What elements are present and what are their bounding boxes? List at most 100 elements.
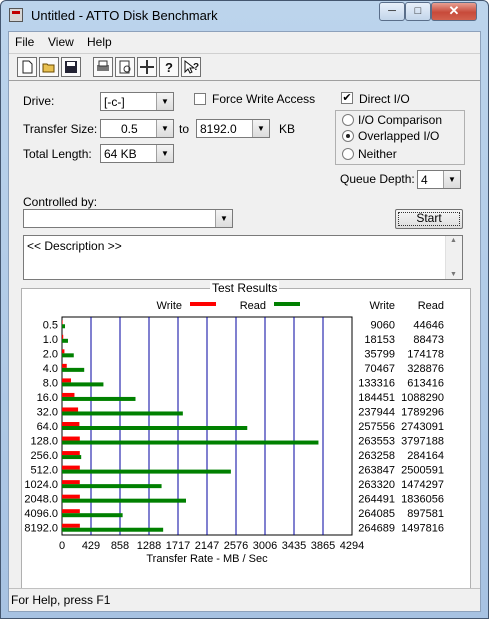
app-icon[interactable] (9, 8, 23, 22)
y-tick-label: 32.0 (37, 406, 58, 418)
y-tick-label: 0.5 (43, 319, 58, 331)
start-button[interactable]: Start (395, 209, 463, 229)
read-value: 1836056 (401, 494, 444, 506)
save-icon[interactable] (61, 57, 81, 77)
read-bar (62, 382, 104, 387)
direct-io-label: Direct I/O (359, 92, 410, 106)
radio-overlapped-io[interactable] (342, 130, 354, 142)
total-length-label: Total Length: (23, 147, 92, 161)
queue-depth-value: 4 (421, 173, 428, 187)
title-bar[interactable]: Untitled - ATTO Disk Benchmark ─ □ ✕ (1, 1, 488, 31)
description-box[interactable]: << Description >> ▲ ▼ (23, 235, 463, 280)
write-bar (62, 349, 65, 354)
neither-label: Neither (358, 147, 397, 161)
write-bar (62, 378, 72, 383)
close-button[interactable]: ✕ (431, 2, 477, 21)
write-bar (62, 334, 64, 339)
print-preview-icon[interactable] (115, 57, 135, 77)
x-tick-label: 1717 (166, 540, 190, 552)
radio-neither[interactable] (342, 148, 354, 160)
legend-read-label: Read (240, 300, 266, 312)
window-title: Untitled - ATTO Disk Benchmark (31, 8, 218, 23)
read-bar (62, 367, 85, 372)
toolbar: ? ? (9, 53, 480, 81)
table-header-read: Read (418, 300, 444, 312)
x-tick-label: 0 (59, 540, 65, 552)
chevron-down-icon[interactable]: ▼ (215, 210, 232, 227)
queue-depth-select[interactable]: 4 ▼ (417, 170, 461, 189)
start-focus-ring (398, 212, 460, 226)
test-results-panel: Test Results 0 429 858 1288 1717 2147 2576 3006… (21, 281, 471, 606)
read-bar (62, 513, 123, 518)
description-scrollbar[interactable]: ▲ ▼ (445, 236, 462, 279)
read-value: 88473 (413, 334, 444, 346)
menu-file[interactable]: File (15, 35, 34, 49)
menu-help[interactable]: Help (87, 35, 112, 49)
transfer-to-label: to (179, 122, 190, 136)
new-document-icon[interactable] (17, 57, 37, 77)
radio-io-comparison[interactable] (342, 114, 354, 126)
read-value: 174178 (407, 348, 444, 360)
force-write-checkbox[interactable] (194, 93, 206, 105)
read-value: 1474297 (401, 479, 444, 491)
minimize-button[interactable]: ─ (379, 2, 405, 21)
write-value: 263320 (358, 479, 395, 491)
chevron-down-icon[interactable]: ▼ (156, 120, 173, 137)
transfer-size-from-select[interactable]: 0.5 ▼ (100, 119, 174, 138)
queue-depth-label: Queue Depth: (340, 172, 415, 186)
read-bar (62, 353, 74, 358)
open-folder-icon[interactable] (39, 57, 59, 77)
help-icon[interactable]: ? (159, 57, 179, 77)
read-value: 328876 (407, 363, 444, 375)
total-length-select[interactable]: 64 KB ▼ (100, 144, 174, 163)
read-value: 897581 (407, 508, 444, 520)
y-tick-label: 16.0 (37, 392, 58, 404)
results-chart: 0 429 858 1288 1717 2147 2576 3006 3435 3865 4294 T… (24, 300, 444, 565)
transfer-size-to-select[interactable]: 8192.0 ▼ (196, 119, 270, 138)
total-length-value: 64 KB (104, 147, 137, 161)
menu-view[interactable]: View (48, 35, 74, 49)
app-window: Untitled - ATTO Disk Benchmark ─ □ ✕ Fil… (0, 0, 489, 619)
legend-read-swatch (274, 302, 300, 306)
drive-select[interactable]: [-c-] ▼ (100, 92, 174, 111)
y-tick-label: 256.0 (30, 450, 58, 462)
x-tick-label: 3865 (311, 540, 335, 552)
description-text: << Description >> (27, 239, 122, 253)
y-tick-label: 4096.0 (24, 508, 58, 520)
drive-value: [-c-] (104, 95, 125, 109)
y-tick-label: 8192.0 (24, 523, 58, 535)
chevron-down-icon[interactable]: ▼ (252, 120, 269, 137)
read-value: 2500591 (401, 465, 444, 477)
write-value: 70467 (364, 363, 395, 375)
direct-io-checkbox[interactable]: ✔ (341, 92, 353, 104)
legend-write-swatch (190, 302, 216, 306)
x-tick-label: 1288 (137, 540, 161, 552)
write-value: 264085 (358, 508, 395, 520)
read-bar (62, 338, 68, 343)
read-value: 2743091 (401, 421, 444, 433)
x-tick-label: 3006 (253, 540, 277, 552)
read-bar (62, 396, 136, 401)
write-value: 263258 (358, 450, 395, 462)
read-value: 1088290 (401, 392, 444, 404)
chevron-down-icon[interactable]: ▼ (156, 93, 173, 110)
chevron-down-icon[interactable]: ▼ (443, 171, 460, 188)
read-bar (62, 411, 183, 416)
scroll-down-icon[interactable]: ▼ (450, 271, 457, 278)
read-value: 44646 (413, 319, 444, 331)
maximize-button[interactable]: □ (405, 2, 431, 21)
scroll-up-icon[interactable]: ▲ (450, 237, 457, 244)
write-value: 264689 (358, 523, 395, 535)
read-value: 613416 (407, 377, 444, 389)
read-value: 1497816 (401, 523, 444, 535)
write-bar (62, 480, 80, 485)
move-icon[interactable] (137, 57, 157, 77)
x-tick-label: 3435 (282, 540, 306, 552)
print-icon[interactable] (93, 57, 113, 77)
write-value: 257556 (358, 421, 395, 433)
write-value: 18153 (364, 334, 395, 346)
controlled-by-select[interactable]: ▼ (23, 209, 233, 228)
chevron-down-icon[interactable]: ▼ (156, 145, 173, 162)
context-help-icon[interactable]: ? (181, 57, 201, 77)
io-comparison-label: I/O Comparison (358, 113, 443, 127)
